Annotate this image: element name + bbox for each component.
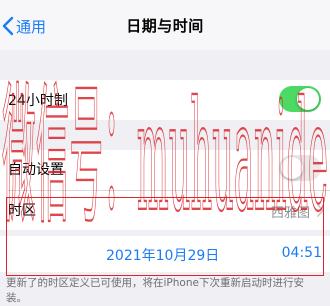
- row-auto-set-label: 自动设置: [8, 162, 64, 178]
- page-title: 日期与时间: [126, 17, 204, 35]
- toggle-24-hour[interactable]: [279, 86, 321, 112]
- footnote-text: 更新了的时区定义已可使用，将在iPhone下次重新启动时进行安装。: [6, 277, 304, 304]
- toggle-knob: [297, 88, 319, 110]
- row-24-hour-label: 24小时制: [8, 93, 68, 109]
- navigation-bar: 通用 日期与时间: [0, 0, 330, 50]
- toggle-auto-set[interactable]: [279, 155, 321, 181]
- toggle-knob: [281, 157, 303, 179]
- red-highlight-frame: [6, 197, 324, 276]
- row-24-hour: 24小时制: [0, 80, 330, 120]
